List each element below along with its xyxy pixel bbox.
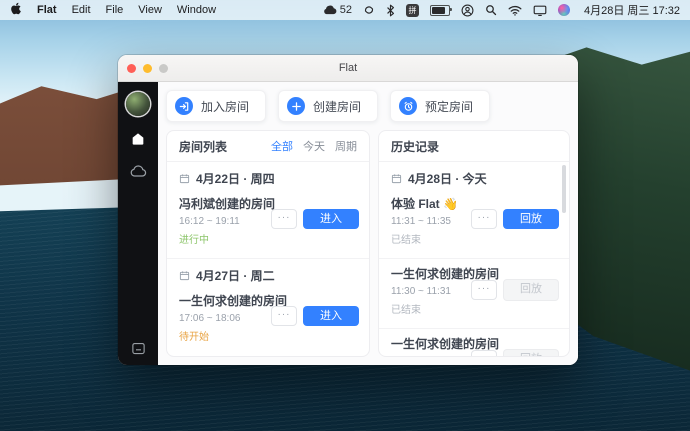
menu-bar: Flat Edit File View Window 52 拼 4月28日 周三…: [0, 0, 690, 20]
history-actions: ··· 回放: [471, 279, 559, 301]
menu-bar-status-area: 52 拼 4月28日 周三 17:32: [323, 2, 680, 18]
siri-icon[interactable]: [558, 4, 570, 16]
history-group-date-label: 4月28日 · 今天: [408, 172, 487, 186]
avatar[interactable]: [126, 92, 150, 116]
more-button[interactable]: ···: [471, 280, 497, 300]
history-scrollbar[interactable]: [562, 165, 566, 213]
calendar-icon: [391, 174, 402, 184]
room-group-date: 4月22日 · 周四: [167, 162, 369, 189]
replay-button-disabled: 回放: [503, 349, 559, 356]
panels-row: 房间列表 全部 今天 周期 4月22日 · 周四 冯利斌创建的房间 16:12 …: [166, 130, 570, 357]
menu-bar-menus: Flat Edit File View Window: [10, 2, 216, 18]
room-status: 进行中: [179, 235, 209, 246]
tab-all[interactable]: 全部: [271, 138, 293, 154]
replay-button-disabled: 回放: [503, 279, 559, 301]
history-room-status: 已结束: [391, 305, 421, 316]
home-icon[interactable]: [129, 130, 147, 148]
history-panel: 历史记录 4月28日 · 今天 体验 Flat 👋 11:31 ~ 11:35 …: [378, 130, 570, 357]
book-room-icon: [399, 97, 418, 115]
enter-room-button[interactable]: 进入: [303, 209, 359, 229]
history-item: 一生何求创建的房间 11:08 ~ 11:09 已结束 ··· 回放: [379, 329, 569, 357]
room-group-date-label: 4月27日 · 周二: [196, 269, 275, 283]
room-list-title: 房间列表: [179, 139, 228, 154]
room-item: 冯利斌创建的房间 16:12 ~ 19:11 进行中 ··· 进入: [167, 189, 369, 254]
room-status: 待开始: [179, 332, 209, 343]
menu-item-flat[interactable]: Flat: [37, 4, 57, 16]
room-item: 一生何求创建的房间 17:06 ~ 18:06 待开始 ··· 进入: [167, 286, 369, 351]
menu-item-view[interactable]: View: [138, 4, 162, 16]
menu-item-window[interactable]: Window: [177, 4, 216, 16]
replay-button[interactable]: 回放: [503, 209, 559, 229]
join-room-button[interactable]: 加入房间: [166, 90, 267, 122]
room-actions: ··· 进入: [271, 306, 359, 326]
desktop: Flat Edit File View Window 52 拼 4月28日 周三…: [0, 0, 690, 431]
room-list-header: 房间列表 全部 今天 周期: [167, 131, 369, 162]
window-title: Flat: [338, 62, 358, 74]
input-method-icon[interactable]: 拼: [406, 3, 419, 17]
history-group-date: 4月28日 · 今天: [379, 162, 569, 189]
more-button[interactable]: ···: [471, 350, 497, 356]
history-actions: ··· 回放: [471, 209, 559, 229]
cloud-weather-icon[interactable]: 52: [323, 4, 352, 16]
weather-badge-count: 52: [339, 4, 352, 16]
menu-item-file[interactable]: File: [106, 4, 124, 16]
more-button[interactable]: ···: [271, 209, 297, 229]
history-item: 一生何求创建的房间 11:30 ~ 11:31 已结束 ··· 回放: [379, 259, 569, 324]
calendar-icon: [179, 174, 190, 184]
menu-bar-clock[interactable]: 4月28日 周三 17:32: [584, 2, 680, 18]
action-buttons-row: 加入房间 创建房间 预定房间: [166, 90, 570, 122]
calendar-icon: [179, 271, 190, 281]
sync-icon[interactable]: [363, 4, 375, 16]
history-title: 历史记录: [391, 139, 440, 154]
history-actions: ··· 回放: [471, 349, 559, 356]
history-room-status: 已结束: [391, 235, 421, 246]
search-icon[interactable]: [485, 4, 497, 16]
account-icon[interactable]: [461, 4, 474, 17]
book-room-label: 预定房间: [425, 99, 474, 114]
apple-menu-icon[interactable]: [10, 2, 22, 18]
room-list-panel: 房间列表 全部 今天 周期 4月22日 · 周四 冯利斌创建的房间 16:12 …: [166, 130, 370, 357]
bluetooth-icon[interactable]: [386, 4, 395, 17]
join-room-label: 加入房间: [201, 99, 250, 114]
book-room-button[interactable]: 预定房间: [390, 90, 491, 122]
main-content: 加入房间 创建房间 预定房间 房间列表 全部 今天 周期 4月22日 · 周四 …: [158, 82, 578, 365]
cloud-storage-icon[interactable]: [129, 162, 147, 180]
history-item: 体验 Flat 👋 11:31 ~ 11:35 已结束 ··· 回放: [379, 189, 569, 254]
create-room-label: 创建房间: [313, 99, 362, 114]
room-group-date-label: 4月22日 · 周四: [196, 172, 275, 186]
history-header: 历史记录: [379, 131, 569, 162]
more-button[interactable]: ···: [471, 209, 497, 229]
create-room-icon: [287, 97, 306, 115]
battery-icon[interactable]: [430, 4, 452, 16]
enter-room-button[interactable]: 进入: [303, 306, 359, 326]
history-room-time: 11:08 ~ 11:09: [391, 356, 557, 357]
feedback-icon[interactable]: [129, 339, 147, 357]
app-sidebar: [118, 82, 158, 365]
window-titlebar[interactable]: Flat: [118, 55, 578, 82]
menu-item-edit[interactable]: Edit: [72, 4, 91, 16]
tab-today[interactable]: 今天: [303, 138, 325, 154]
wifi-icon[interactable]: [508, 5, 522, 16]
display-icon[interactable]: [533, 5, 547, 16]
join-room-icon: [175, 97, 193, 115]
create-room-button[interactable]: 创建房间: [278, 90, 379, 122]
tab-periodic[interactable]: 周期: [335, 138, 357, 154]
room-actions: ··· 进入: [271, 209, 359, 229]
room-list-tabs: 全部 今天 周期: [271, 138, 357, 154]
more-button[interactable]: ···: [271, 306, 297, 326]
room-group-date: 4月27日 · 周二: [167, 259, 369, 286]
window-body: 加入房间 创建房间 预定房间 房间列表 全部 今天 周期 4月22日 · 周四 …: [118, 82, 578, 365]
room-list-footer: 已加载全部: [167, 351, 369, 356]
flat-window: Flat 加入房间 创建房间 预定房间 房间列表 全部 今天 周期 4月22日 …: [118, 55, 578, 365]
